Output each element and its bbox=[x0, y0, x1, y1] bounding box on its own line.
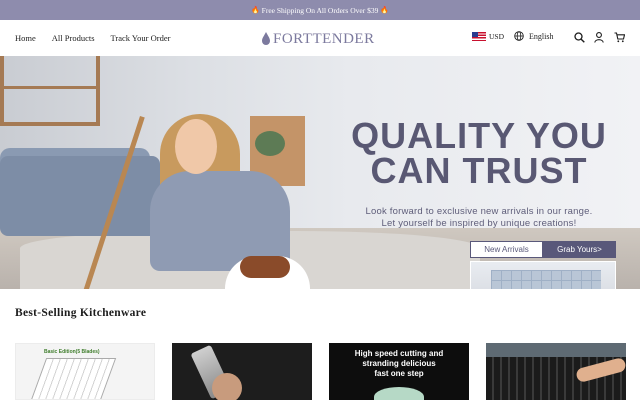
chopper-image bbox=[374, 387, 424, 400]
logo-text: FORTTENDER bbox=[273, 30, 375, 47]
fire-icon: 🔥 bbox=[380, 6, 390, 14]
hero-subtitle: Look forward to exclusive new arrivals i… bbox=[318, 206, 640, 230]
main-nav: Home All Products Track Your Order bbox=[15, 20, 170, 56]
hero-banner[interactable]: QUALITY YOU CAN TRUST Look forward to ex… bbox=[0, 56, 640, 289]
nav-track-order[interactable]: Track Your Order bbox=[111, 33, 171, 43]
hero-title: QUALITY YOU CAN TRUST bbox=[318, 115, 640, 191]
header-icons bbox=[573, 30, 625, 44]
hero-plant bbox=[255, 131, 285, 156]
promo-line2: stranding delicious bbox=[362, 359, 436, 368]
announcement-text: Free Shipping On All Orders Over $39 bbox=[261, 5, 379, 15]
hero-title-line1: QUALITY YOU bbox=[351, 115, 607, 156]
kitchen-tiles bbox=[491, 270, 601, 289]
currency-selector[interactable]: USD bbox=[472, 32, 504, 41]
product-card-slicer[interactable]: Basic Edition(5 Blades) bbox=[15, 343, 155, 400]
language-label: English bbox=[529, 31, 554, 41]
nav-home[interactable]: Home bbox=[15, 33, 36, 43]
section-title: Best-Selling Kitchenware bbox=[15, 307, 147, 319]
hero-subtitle-line2: Let yourself be inspired by unique creat… bbox=[381, 218, 577, 229]
promo-line1: High speed cutting and bbox=[354, 349, 444, 358]
product-card-grater[interactable] bbox=[172, 343, 312, 400]
hero-subtitle-line1: Look forward to exclusive new arrivals i… bbox=[365, 206, 593, 217]
hero-shelf bbox=[0, 56, 100, 126]
product-card-grill[interactable] bbox=[486, 343, 626, 400]
product-promo-text: High speed cutting and stranding delicio… bbox=[329, 349, 469, 379]
logo[interactable]: FORTTENDER bbox=[262, 29, 375, 49]
hero-title-line2: CAN TRUST bbox=[370, 150, 588, 191]
grab-yours-button[interactable]: Grab Yours> bbox=[543, 241, 616, 258]
flame-logo-icon bbox=[262, 32, 270, 45]
hand-image bbox=[212, 373, 242, 400]
product-label: Basic Edition(5 Blades) bbox=[44, 349, 100, 355]
globe-icon bbox=[514, 31, 524, 41]
fire-icon: 🔥 bbox=[250, 6, 260, 14]
announcement-bar: 🔥 Free Shipping On All Orders Over $39 🔥 bbox=[0, 0, 640, 20]
promo-line3: fast one step bbox=[374, 369, 424, 378]
dog-head bbox=[240, 256, 290, 278]
slicer-image bbox=[29, 358, 117, 399]
hero-sofa bbox=[0, 156, 160, 236]
language-selector[interactable]: English bbox=[514, 31, 553, 41]
cart-icon[interactable] bbox=[613, 30, 625, 44]
search-icon[interactable] bbox=[573, 30, 585, 44]
account-icon[interactable] bbox=[593, 30, 605, 44]
woman-face bbox=[175, 119, 217, 174]
product-grid: Basic Edition(5 Blades) High speed cutti… bbox=[15, 343, 626, 400]
new-arrivals-button[interactable]: New Arrivals bbox=[470, 241, 543, 258]
currency-label: USD bbox=[489, 32, 505, 41]
product-card-chopper[interactable]: High speed cutting and stranding delicio… bbox=[329, 343, 469, 400]
kitchen-inset-image bbox=[470, 261, 616, 289]
us-flag-icon bbox=[472, 32, 486, 41]
nav-all-products[interactable]: All Products bbox=[52, 33, 95, 43]
site-header: Home All Products Track Your Order FORTT… bbox=[0, 20, 640, 56]
hero-buttons: New Arrivals Grab Yours> bbox=[470, 241, 616, 258]
